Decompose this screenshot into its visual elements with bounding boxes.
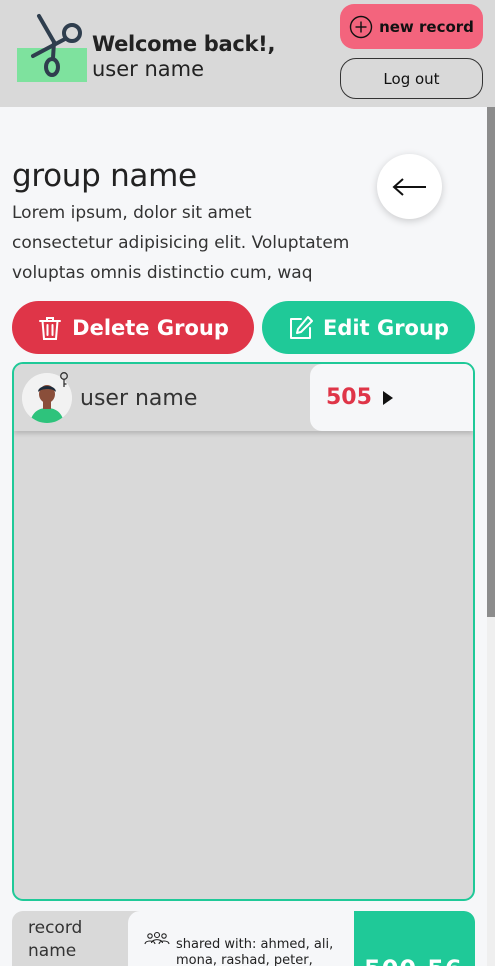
delete-group-label: Delete Group — [72, 315, 229, 340]
member-row[interactable]: user name 505 — [14, 364, 473, 431]
shared-with-text: shared with: ahmed, ali, mona, rashad, p… — [176, 937, 334, 966]
group-title: group name — [12, 158, 197, 194]
back-button[interactable] — [377, 154, 442, 219]
app-header: Welcome back!, user name new record Log … — [0, 0, 495, 107]
member-balance-value: 505 — [326, 385, 372, 410]
record-amount: 500.56 — [354, 911, 475, 966]
logout-label: Log out — [383, 69, 440, 88]
group-users-icon — [144, 931, 170, 945]
logout-button[interactable]: Log out — [340, 58, 483, 99]
edit-group-label: Edit Group — [323, 315, 449, 340]
record-shared-with: shared with: ahmed, ali, mona, rashad, p… — [128, 911, 354, 966]
trash-icon — [39, 316, 62, 340]
key-icon — [60, 372, 68, 387]
group-description: Lorem ipsum, dolor sit amet consectetur … — [12, 203, 350, 283]
record-name: record name — [28, 918, 83, 961]
new-record-button[interactable]: new record — [340, 4, 483, 49]
members-panel: user name 505 — [12, 362, 475, 901]
header-user-name: user name — [92, 57, 205, 81]
member-name: user name — [80, 386, 198, 411]
plus-circle-icon — [349, 15, 373, 38]
welcome-message: Welcome back!, user name — [92, 31, 275, 81]
record-card[interactable]: record name shared with: ahmed, ali, mon… — [12, 911, 475, 966]
edit-icon — [290, 315, 314, 339]
caret-right-icon — [382, 390, 393, 405]
new-record-label: new record — [379, 17, 474, 36]
page-scrollbar[interactable] — [487, 107, 495, 966]
welcome-text: Welcome back!, — [92, 32, 276, 56]
arrow-left-icon — [391, 177, 426, 196]
edit-group-button[interactable]: Edit Group — [262, 301, 475, 354]
record-amount-value: 500.56 — [364, 955, 463, 966]
scrollbar-thumb[interactable] — [487, 107, 495, 617]
group-page: Welcome back!, user name new record Log … — [0, 0, 495, 966]
delete-group-button[interactable]: Delete Group — [12, 301, 254, 354]
app-logo-icon — [17, 14, 87, 82]
member-balance[interactable]: 505 — [310, 364, 473, 431]
